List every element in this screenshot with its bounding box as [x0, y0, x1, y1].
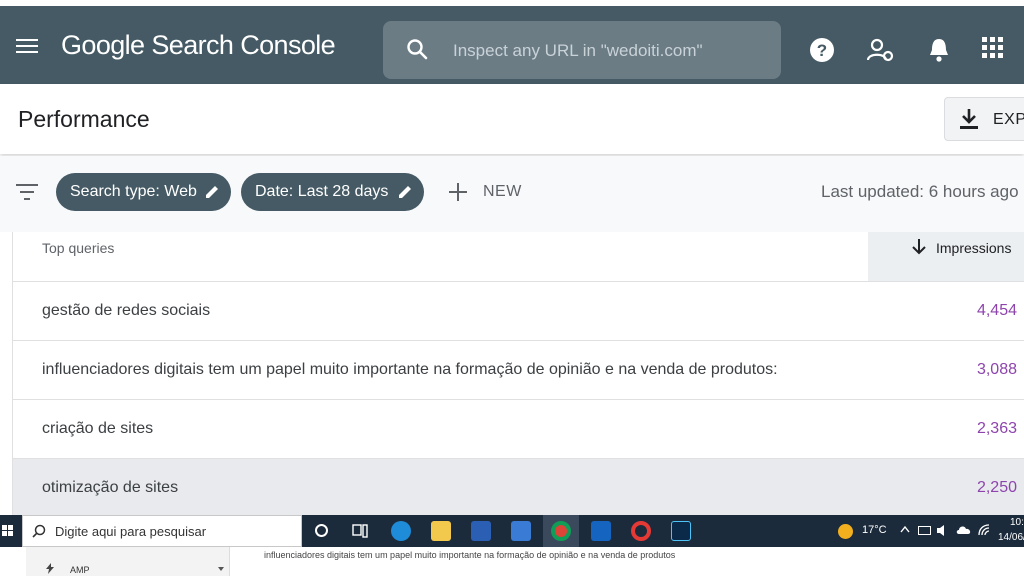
taskbar-search-input[interactable]: Digite aqui para pesquisar [55, 524, 206, 539]
download-icon [960, 109, 978, 129]
opera-icon[interactable] [631, 521, 651, 541]
brand-logo[interactable]: Google Search Console [61, 30, 336, 61]
taskbar-search[interactable]: Digite aqui para pesquisar [22, 515, 302, 547]
clock-time[interactable]: 10: [1010, 517, 1024, 528]
filter-icon[interactable] [16, 184, 38, 200]
edit-icon [206, 186, 218, 198]
chip-search-type[interactable]: Search type: Web [56, 173, 231, 211]
file-explorer-icon[interactable] [431, 521, 451, 541]
impressions-value: 2,250 [976, 479, 1017, 496]
chrome-icon [551, 521, 571, 541]
chip-date-label: Date: Last 28 days [255, 183, 389, 200]
chip-date[interactable]: Date: Last 28 days [241, 173, 424, 211]
export-button[interactable]: EXP [944, 97, 1024, 141]
query-text: gestão de redes sociais [42, 302, 211, 319]
queries-table: Top queries Impressions gestão de redes … [12, 232, 1024, 518]
table-row[interactable]: gestão de redes sociais 4,454 [13, 282, 1024, 341]
impressions-label: Impressions [936, 240, 1012, 256]
table-row[interactable]: otimização de sites 2,250 [13, 459, 1024, 518]
notifications-icon[interactable] [928, 37, 950, 63]
page-header: Performance EXP [0, 84, 1024, 154]
background-sidebar: AMP [26, 547, 230, 576]
clock-date[interactable]: 14/06/ [998, 532, 1024, 543]
chrome-active-tab[interactable] [543, 515, 579, 547]
volume-icon[interactable] [936, 524, 950, 537]
table-row[interactable]: criação de sites 2,363 [13, 400, 1024, 459]
cortana-icon[interactable] [315, 524, 328, 537]
column-header-impressions[interactable]: Impressions [868, 232, 1024, 281]
lightning-icon [46, 563, 54, 574]
temperature-text: 17°C [862, 524, 887, 536]
add-icon[interactable] [449, 183, 467, 201]
table-header: Top queries Impressions [13, 232, 1024, 282]
query-text: criação de sites [42, 420, 154, 437]
caret-down-icon[interactable] [218, 567, 224, 571]
svg-text:?: ? [817, 41, 827, 60]
arrow-down-icon [912, 239, 926, 255]
menu-icon[interactable] [16, 39, 38, 53]
page-title: Performance [18, 106, 150, 132]
onedrive-icon[interactable] [956, 525, 972, 535]
user-settings-icon[interactable] [867, 37, 895, 63]
search-input[interactable]: Inspect any URL in "wedoiti.com" [453, 41, 703, 61]
windows-start-icon[interactable] [2, 525, 14, 537]
background-snippet: influenciadores digitais tem um papel mu… [264, 550, 676, 560]
help-icon[interactable]: ? [809, 37, 835, 63]
column-header-queries[interactable]: Top queries [42, 240, 114, 256]
table-row[interactable]: influenciadores digitais tem um papel mu… [13, 341, 1024, 400]
weather-icon[interactable] [838, 524, 853, 539]
amp-label: AMP [70, 565, 90, 575]
query-text: influenciadores digitais tem um papel mu… [42, 361, 778, 378]
battery-icon[interactable] [918, 526, 931, 535]
app-bar: Google Search Console Inspect any URL in… [0, 6, 1024, 84]
search-icon [407, 39, 428, 60]
chip-search-type-label: Search type: Web [70, 183, 197, 200]
query-text: otimização de sites [42, 479, 179, 496]
chevron-up-icon[interactable] [900, 525, 910, 533]
filter-bar: Search type: Web Date: Last 28 days NEW … [0, 156, 1024, 232]
edit-icon [399, 186, 411, 198]
apps-grid-icon[interactable] [982, 37, 1004, 59]
windows-taskbar: Digite aqui para pesquisar 17°C 10: 14/0… [0, 515, 1024, 547]
impressions-value: 4,454 [976, 302, 1017, 319]
impressions-value: 2,363 [976, 420, 1017, 437]
wifi-icon[interactable] [978, 524, 990, 537]
search-icon [32, 524, 46, 538]
edge-icon[interactable] [391, 521, 411, 541]
store-icon[interactable] [511, 521, 531, 541]
background-window-strip: AMP influenciadores digitais tem um pape… [0, 547, 1024, 576]
mail-icon[interactable] [591, 521, 611, 541]
new-filter-button[interactable]: NEW [483, 183, 522, 201]
word-icon[interactable] [471, 521, 491, 541]
task-view-icon[interactable] [352, 524, 368, 538]
export-label: EXP [993, 111, 1024, 128]
photoshop-icon[interactable] [671, 521, 691, 541]
last-updated-text: Last updated: 6 hours ago [821, 182, 1019, 201]
url-inspect-search[interactable]: Inspect any URL in "wedoiti.com" [383, 21, 781, 79]
impressions-value: 3,088 [976, 361, 1017, 378]
